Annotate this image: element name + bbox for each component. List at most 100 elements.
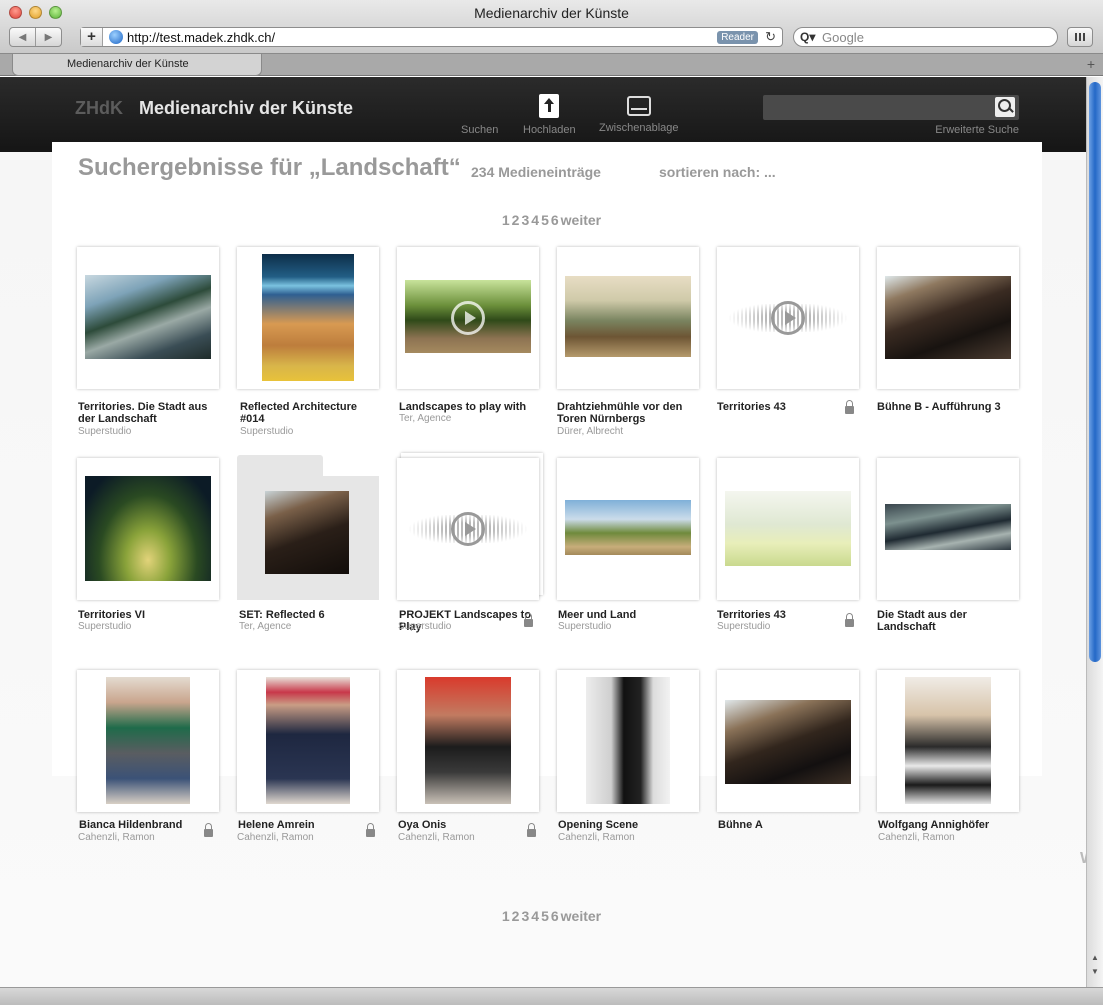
reload-icon[interactable]: ↻ <box>765 29 776 45</box>
url-text[interactable]: http://test.madek.zhdk.ch/ <box>127 30 275 45</box>
page-link[interactable]: 2 <box>512 908 520 924</box>
sort-dropdown[interactable]: sortieren nach: ... <box>659 164 776 180</box>
add-bookmark-button[interactable]: + <box>81 28 103 46</box>
item-title[interactable]: Drahtziehmühle vor den Toren Nürnbergs <box>557 401 697 425</box>
item-author: Superstudio <box>78 426 132 437</box>
zhdk-logo[interactable]: ZHdK <box>75 98 123 119</box>
app-title[interactable]: Medienarchiv der Künste <box>139 98 353 119</box>
media-thumbnail[interactable] <box>397 670 539 812</box>
next-page-link[interactable]: weiter <box>561 908 601 924</box>
forward-button[interactable]: ▶ <box>36 28 61 46</box>
page-link[interactable]: 6 <box>551 212 559 228</box>
lock-icon <box>524 613 533 627</box>
nav-upload[interactable]: Hochladen <box>523 94 576 136</box>
media-thumbnail[interactable] <box>77 670 219 812</box>
media-thumbnail[interactable] <box>77 458 219 600</box>
grid-icon <box>1075 33 1086 41</box>
scroll-up-arrow-icon[interactable]: ▲ <box>1091 953 1099 962</box>
address-bar[interactable]: + http://test.madek.zhdk.ch/ Reader ↻ <box>80 27 783 47</box>
media-thumbnail[interactable] <box>877 458 1019 600</box>
search-icon[interactable] <box>995 97 1015 117</box>
nav-clipboard[interactable]: Zwischenablage <box>599 94 679 134</box>
archive-search-input[interactable] <box>763 95 1019 120</box>
back-button[interactable]: ◀ <box>10 28 36 46</box>
bookmarks-grid-button[interactable] <box>1067 27 1093 47</box>
nav-clipboard-label: Zwischenablage <box>599 122 679 134</box>
item-title[interactable]: Meer und Land <box>558 609 698 621</box>
item-title[interactable]: Helene Amrein <box>238 819 378 831</box>
item-title[interactable]: Wolfgang Annighöfer <box>878 819 1018 831</box>
media-thumbnail[interactable] <box>397 458 539 600</box>
page-link[interactable]: 6 <box>551 908 559 924</box>
page-link[interactable]: 1 <box>502 908 510 924</box>
page-link[interactable]: 3 <box>521 908 529 924</box>
web-search-field[interactable]: Q▾ Google <box>793 27 1058 47</box>
item-author: Cahenzli, Ramon <box>558 832 635 843</box>
scrollbar-thumb[interactable] <box>1089 82 1101 662</box>
page-link[interactable]: 4 <box>531 212 539 228</box>
window-title: Medienarchiv der Künste <box>474 5 629 21</box>
lock-icon <box>204 823 213 837</box>
media-thumbnail[interactable] <box>237 670 379 812</box>
globe-icon <box>109 30 123 44</box>
next-page-link[interactable]: weiter <box>561 212 601 228</box>
stage-photo <box>885 276 1011 359</box>
media-thumbnail[interactable] <box>557 247 699 389</box>
media-thumbnail[interactable] <box>717 670 859 812</box>
page-link[interactable]: 1 <box>502 212 510 228</box>
item-title[interactable]: Opening Scene <box>558 819 698 831</box>
item-title[interactable]: Territories 43 <box>717 401 857 413</box>
tab-medienarchiv[interactable]: Medienarchiv der Künste <box>12 54 262 76</box>
scroll-down-arrow-icon[interactable]: ▼ <box>1091 967 1099 976</box>
page-link[interactable]: 2 <box>512 212 520 228</box>
media-thumbnail[interactable] <box>237 247 379 389</box>
media-thumbnail[interactable] <box>877 247 1019 389</box>
app-header: ZHdK Medienarchiv der Künste Suchen Hoch… <box>0 77 1086 152</box>
page-link[interactable]: 5 <box>541 908 549 924</box>
browser-toolbar: Medienarchiv der Künste ◀ ▶ + http://tes… <box>0 0 1103 54</box>
item-title[interactable]: Die Stadt aus der Landschaft <box>877 609 1017 633</box>
media-thumbnail[interactable] <box>717 247 859 389</box>
reader-button[interactable]: Reader <box>717 31 758 44</box>
item-title[interactable]: Bühne B - Aufführung 3 <box>877 401 1017 413</box>
item-title[interactable]: Territories VI <box>78 609 218 621</box>
media-thumbnail[interactable] <box>717 458 859 600</box>
portrait-photo <box>586 677 670 804</box>
page-link[interactable]: 4 <box>531 908 539 924</box>
media-thumbnail[interactable] <box>557 458 699 600</box>
page-link[interactable]: 3 <box>521 212 529 228</box>
media-thumbnail[interactable] <box>77 247 219 389</box>
pagination-bottom: 1 2 3 4 5 6 weiter <box>0 908 1103 924</box>
item-title[interactable]: Reflected Architecture #014 <box>240 401 380 425</box>
item-title[interactable]: Oya Onis <box>398 819 538 831</box>
advanced-search-link[interactable]: Erweiterte Suche <box>935 124 1019 136</box>
lock-icon <box>845 613 854 627</box>
nav-search[interactable]: Suchen <box>461 124 498 136</box>
item-author: Superstudio <box>398 621 452 632</box>
stage-photo <box>725 700 851 784</box>
vertical-scrollbar[interactable]: ▲ ▼ <box>1086 77 1103 987</box>
item-title[interactable]: Territories. Die Stadt aus der Landschaf… <box>78 401 218 425</box>
media-thumbnail[interactable] <box>557 670 699 812</box>
media-thumbnail[interactable] <box>877 670 1019 812</box>
artwork-image <box>565 500 691 555</box>
portrait-photo <box>905 677 991 804</box>
clipboard-tray-icon <box>626 96 651 116</box>
page-link[interactable]: 5 <box>541 212 549 228</box>
item-title[interactable]: Bianca Hildenbrand <box>79 819 219 831</box>
search-engine-icon[interactable]: Q▾ <box>800 30 815 44</box>
set-cover-image <box>265 491 349 574</box>
item-author: Cahenzli, Ramon <box>878 832 955 843</box>
new-tab-button[interactable]: + <box>1087 56 1095 72</box>
item-title[interactable]: Landscapes to play with <box>399 401 539 413</box>
item-title[interactable]: Territories 43 <box>717 609 857 621</box>
artwork-image <box>885 504 1011 550</box>
play-icon[interactable] <box>771 301 805 335</box>
nav-upload-label: Hochladen <box>523 124 576 136</box>
play-icon[interactable] <box>451 512 485 546</box>
item-title[interactable]: Bühne A <box>718 819 858 831</box>
media-thumbnail[interactable] <box>397 247 539 389</box>
play-icon[interactable] <box>451 301 485 335</box>
portrait-photo <box>425 677 511 804</box>
item-title[interactable]: SET: Reflected 6 <box>239 609 379 621</box>
